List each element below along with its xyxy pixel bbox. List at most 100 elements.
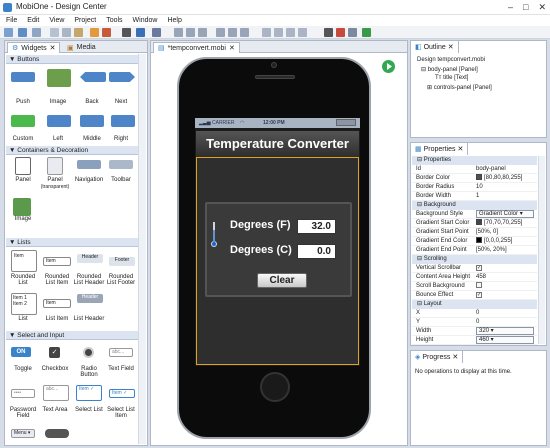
scroll-background-checkbox[interactable] [476,282,482,288]
menu-window[interactable]: Window [133,17,158,24]
section-lists[interactable]: ▼ Lists [6,238,138,247]
prop-value[interactable]: [50%, 20%] [476,246,507,255]
run-icon[interactable] [382,60,395,73]
prop-value[interactable]: 10 [476,183,483,192]
undo-icon[interactable] [90,28,99,37]
slider-widget[interactable] [45,429,69,438]
save-icon[interactable] [18,28,27,37]
next-button-widget[interactable] [109,72,135,82]
device-icon[interactable] [122,28,131,37]
export-icon[interactable] [362,28,371,37]
menu-file[interactable]: File [6,17,17,24]
align-top-icon[interactable] [216,28,225,37]
copy-icon[interactable] [62,28,71,37]
move-up-icon[interactable] [286,28,295,37]
align-right-icon[interactable] [198,28,207,37]
align-center-icon[interactable] [186,28,195,37]
cut-icon[interactable] [50,28,59,37]
gear-icon[interactable] [324,28,333,37]
align-middle-icon[interactable] [228,28,237,37]
prop-value[interactable]: ✓ [476,291,482,300]
toolbar-widget[interactable] [109,160,133,169]
image-widget[interactable] [13,198,31,216]
outline-root[interactable]: Design tempconvert.mobi [417,57,485,63]
transparent-panel-widget[interactable] [47,157,63,175]
left-button-widget[interactable] [47,115,71,127]
list-item-widget[interactable]: Item [43,299,71,308]
align-left-icon[interactable] [174,28,183,37]
group-background[interactable]: ⊟ Background [412,201,537,210]
record-icon[interactable] [336,28,345,37]
group-scrolling[interactable]: ⊟ Scrolling [412,255,537,264]
list-widget[interactable]: Item 1 Item 2 [11,293,37,315]
panel-widget[interactable] [15,157,31,175]
close-tab-icon[interactable]: ✕ [229,44,235,52]
prop-value[interactable]: 0 [476,318,479,327]
height-dropdown[interactable]: 460 ▾ [476,336,534,344]
tab-progress[interactable]: ◈ Progress ✕ [411,351,464,363]
close-tab-icon[interactable]: ✕ [448,44,454,51]
move-down-icon[interactable] [298,28,307,37]
custom-button-widget[interactable] [11,115,35,127]
preview-icon[interactable] [136,28,145,37]
toggle-widget[interactable]: ON [11,347,31,357]
app-title[interactable]: Temperature Converter [196,131,359,157]
select-icon[interactable] [152,28,161,37]
prop-value[interactable]: [80,80,80,255] [476,174,522,183]
properties-scrollbar[interactable] [538,156,545,344]
new-icon[interactable] [4,28,13,37]
prop-value[interactable]: 0 [476,309,479,318]
widgets-scrollbar[interactable] [138,54,146,444]
menu-widget[interactable]: Menu ▾ [11,429,35,438]
menu-help[interactable]: Help [167,17,181,24]
prop-value[interactable]: 1 [476,192,479,201]
section-containers[interactable]: ▼ Containers & Decoration [6,146,138,155]
prop-value[interactable]: [70,70,70,255] [476,219,522,228]
menu-tools[interactable]: Tools [106,17,122,24]
section-buttons[interactable]: ▼ Buttons [6,55,138,64]
clear-button[interactable]: Clear [257,273,307,288]
tab-widgets[interactable]: ⚙ Widgets ✕ [7,42,61,53]
redo-icon[interactable] [102,28,111,37]
checkbox-widget[interactable]: ✓ [49,347,60,358]
rounded-list-widget[interactable]: Item [11,250,37,272]
tab-editor[interactable]: ▤ *tempconvert.mobi ✕ [153,42,240,53]
prop-value[interactable]: body-panel [476,165,506,174]
text-area-widget[interactable]: abc... [43,385,69,401]
bring-front-icon[interactable] [262,28,271,37]
group-properties[interactable]: ⊟ Properties [412,156,537,165]
close-tab-icon[interactable]: ✕ [457,146,463,153]
navigation-widget[interactable] [77,160,101,169]
menu-project[interactable]: Project [74,17,96,24]
prop-value[interactable]: 458 [476,273,486,282]
rounded-list-footer-widget[interactable]: Footer [109,257,135,266]
tab-outline[interactable]: ◧ Outline ✕ [411,41,459,53]
close-icon[interactable]: ✕ [538,2,546,13]
back-button-widget[interactable] [80,72,106,82]
celsius-input[interactable]: 0.0 [297,244,336,259]
prop-value[interactable]: [0,0,0,255] [476,237,512,246]
save-all-icon[interactable] [32,28,41,37]
rounded-list-header-widget[interactable]: Header [77,254,103,263]
prop-value[interactable]: ✓ [476,264,482,273]
close-tab-icon[interactable]: ✕ [452,354,458,361]
close-tab-icon[interactable]: ✕ [50,44,56,52]
right-button-widget[interactable] [111,115,135,127]
prop-value[interactable]: [50%, 0] [476,228,498,237]
outline-body-panel[interactable]: ⊟ body-panel [Panel] [421,66,478,73]
tab-properties[interactable]: ▦ Properties ✕ [411,143,469,155]
bounce-effect-checkbox[interactable]: ✓ [476,292,482,298]
minimize-icon[interactable]: – [508,2,513,13]
menu-view[interactable]: View [49,17,64,24]
outline-title[interactable]: Tт title [Text] [435,75,468,81]
middle-button-widget[interactable] [80,115,104,127]
outline-controls-panel[interactable]: ⊞ controls-panel [Panel] [427,84,492,91]
rounded-list-item-widget[interactable]: Item [43,257,71,266]
bg-style-dropdown[interactable]: Gradient Color ▾ [476,210,534,218]
select-list-widget[interactable]: Item ✓ [76,385,102,401]
text-field-widget[interactable]: abc... [109,348,133,357]
tab-media[interactable]: ▣ Media [63,42,100,53]
radio-button-widget[interactable] [83,347,94,358]
wrench-icon[interactable] [348,28,357,37]
group-layout[interactable]: ⊟ Layout [412,300,537,309]
